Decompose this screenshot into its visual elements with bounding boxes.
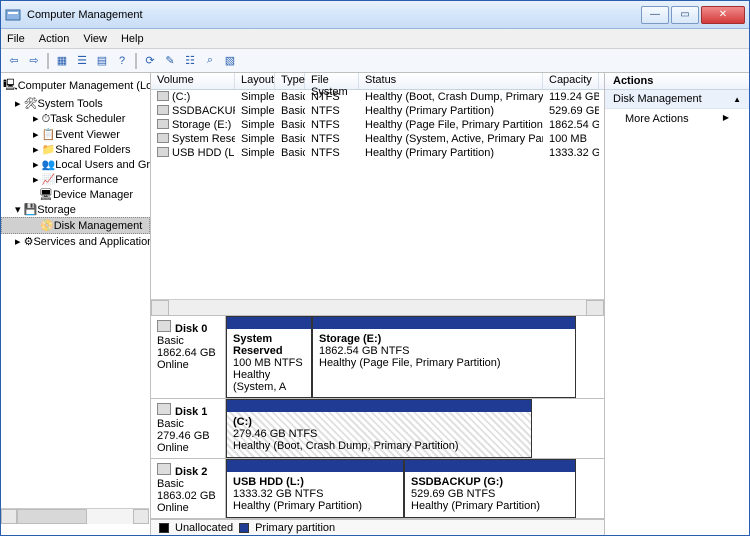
tree-root[interactable]: 🖳 Computer Management (Local bbox=[1, 75, 150, 96]
tool-button-1[interactable]: ✎ bbox=[161, 52, 179, 70]
partition[interactable]: SSDBACKUP (G:)529.69 GB NTFSHealthy (Pri… bbox=[404, 459, 576, 518]
tree-performance[interactable]: ▸ 📈 Performance bbox=[1, 172, 150, 187]
col-type[interactable]: Type bbox=[275, 73, 305, 89]
tool-button-4[interactable]: ▧ bbox=[221, 52, 239, 70]
menu-help[interactable]: Help bbox=[121, 33, 144, 45]
tool-button-3[interactable]: ⌕ bbox=[201, 52, 219, 70]
col-filesystem[interactable]: File System bbox=[305, 73, 359, 89]
col-status[interactable]: Status bbox=[359, 73, 543, 89]
legend-unallocated-label: Unallocated bbox=[175, 522, 233, 534]
actions-pane: Actions Disk Management ▲ More Actions ▶ bbox=[605, 73, 749, 535]
back-button[interactable]: ⇦ bbox=[5, 52, 23, 70]
toolbar: ⇦ ⇨ ▦ ☰ ▤ ? ⟳ ✎ ☷ ⌕ ▧ bbox=[1, 49, 749, 73]
maximize-button[interactable]: ▭ bbox=[671, 6, 699, 24]
disk-partitions: USB HDD (L:)1333.32 GB NTFSHealthy (Prim… bbox=[226, 459, 604, 518]
window-title: Computer Management bbox=[27, 9, 641, 21]
partition[interactable]: (C:)279.46 GB NTFSHealthy (Boot, Crash D… bbox=[226, 399, 532, 458]
legend-unallocated-swatch bbox=[159, 523, 169, 533]
col-capacity[interactable]: Capacity bbox=[543, 73, 599, 89]
minimize-button[interactable]: — bbox=[641, 6, 669, 24]
partition[interactable]: Storage (E:)1862.54 GB NTFSHealthy (Page… bbox=[312, 316, 576, 398]
refresh-button[interactable]: ⟳ bbox=[141, 52, 159, 70]
volume-row[interactable]: System ReservedSimpleBasicNTFSHealthy (S… bbox=[151, 132, 604, 146]
disk-row: Disk 2Basic1863.02 GBOnlineUSB HDD (L:)1… bbox=[151, 459, 604, 519]
menu-file[interactable]: File bbox=[7, 33, 25, 45]
tree-scrollbar[interactable] bbox=[1, 508, 149, 524]
tree-task-scheduler[interactable]: ▸ ⏱ Task Scheduler bbox=[1, 111, 150, 127]
volume-scrollbar[interactable] bbox=[151, 299, 604, 315]
tree-system-tools[interactable]: ▸ 🛠 System Tools bbox=[1, 96, 150, 111]
partition[interactable]: USB HDD (L:)1333.32 GB NTFSHealthy (Prim… bbox=[226, 459, 404, 518]
disk-info[interactable]: Disk 2Basic1863.02 GBOnline bbox=[151, 459, 226, 518]
prop-button[interactable]: ☰ bbox=[73, 52, 91, 70]
legend-primary-swatch bbox=[239, 523, 249, 533]
tree-local-users[interactable]: ▸ 👥 Local Users and Groups bbox=[1, 157, 150, 172]
tree-event-viewer[interactable]: ▸ 📋 Event Viewer bbox=[1, 127, 150, 142]
tree-disk-management[interactable]: 📀 Disk Management bbox=[1, 217, 150, 234]
volume-rows: (C:)SimpleBasicNTFSHealthy (Boot, Crash … bbox=[151, 90, 604, 160]
menu-bar: File Action View Help bbox=[1, 29, 749, 49]
disk-row: Disk 1Basic279.46 GBOnline (C:)279.46 GB… bbox=[151, 399, 604, 459]
tool-button-2[interactable]: ☷ bbox=[181, 52, 199, 70]
main-pane: Volume Layout Type File System Status Ca… bbox=[151, 73, 605, 535]
tree-storage[interactable]: ▾ 💾 Storage bbox=[1, 202, 150, 217]
tree-pane[interactable]: 🖳 Computer Management (Local ▸ 🛠 System … bbox=[1, 73, 151, 535]
volume-row[interactable]: SSDBACKUP (G:)SimpleBasicNTFSHealthy (Pr… bbox=[151, 104, 604, 118]
actions-header: Actions bbox=[605, 73, 749, 90]
legend: Unallocated Primary partition bbox=[151, 519, 604, 535]
collapse-icon: ▲ bbox=[733, 95, 741, 104]
app-icon bbox=[5, 7, 21, 23]
volume-row[interactable]: (C:)SimpleBasicNTFSHealthy (Boot, Crash … bbox=[151, 90, 604, 104]
disk-partitions: System Reserved100 MB NTFSHealthy (Syste… bbox=[226, 316, 604, 398]
menu-view[interactable]: View bbox=[83, 33, 107, 45]
col-volume[interactable]: Volume bbox=[151, 73, 235, 89]
volume-row[interactable]: USB HDD (L:)SimpleBasicNTFSHealthy (Prim… bbox=[151, 146, 604, 160]
view-button[interactable]: ▤ bbox=[93, 52, 111, 70]
volume-row[interactable]: Storage (E:)SimpleBasicNTFSHealthy (Page… bbox=[151, 118, 604, 132]
disk-icon bbox=[157, 320, 171, 332]
disk-graphical-view: Disk 0Basic1862.64 GBOnlineSystem Reserv… bbox=[151, 315, 604, 519]
partition[interactable]: System Reserved100 MB NTFSHealthy (Syste… bbox=[226, 316, 312, 398]
window: Computer Management — ▭ ✕ File Action Vi… bbox=[0, 0, 750, 536]
volume-header[interactable]: Volume Layout Type File System Status Ca… bbox=[151, 73, 604, 90]
submenu-icon: ▶ bbox=[723, 113, 729, 125]
body: 🖳 Computer Management (Local ▸ 🛠 System … bbox=[1, 73, 749, 535]
actions-group-title[interactable]: Disk Management ▲ bbox=[605, 90, 749, 109]
menu-action[interactable]: Action bbox=[39, 33, 70, 45]
tree-device-manager[interactable]: 🖥 Device Manager bbox=[1, 187, 150, 202]
disk-row: Disk 0Basic1862.64 GBOnlineSystem Reserv… bbox=[151, 316, 604, 399]
actions-more[interactable]: More Actions ▶ bbox=[605, 109, 749, 129]
up-button[interactable]: ▦ bbox=[53, 52, 71, 70]
separator bbox=[135, 53, 137, 69]
titlebar[interactable]: Computer Management — ▭ ✕ bbox=[1, 1, 749, 29]
close-button[interactable]: ✕ bbox=[701, 6, 745, 24]
forward-button[interactable]: ⇨ bbox=[25, 52, 43, 70]
legend-primary-label: Primary partition bbox=[255, 522, 335, 534]
tree-services[interactable]: ▸ ⚙ Services and Applications bbox=[1, 234, 150, 249]
disk-icon bbox=[157, 403, 171, 415]
col-layout[interactable]: Layout bbox=[235, 73, 275, 89]
disk-icon bbox=[157, 463, 171, 475]
help-button[interactable]: ? bbox=[113, 52, 131, 70]
disk-partitions: (C:)279.46 GB NTFSHealthy (Boot, Crash D… bbox=[226, 399, 604, 458]
tree-shared-folders[interactable]: ▸ 📁 Shared Folders bbox=[1, 142, 150, 157]
disk-info[interactable]: Disk 1Basic279.46 GBOnline bbox=[151, 399, 226, 458]
separator bbox=[47, 53, 49, 69]
disk-info[interactable]: Disk 0Basic1862.64 GBOnline bbox=[151, 316, 226, 398]
volume-list: Volume Layout Type File System Status Ca… bbox=[151, 73, 604, 160]
volume-spacer bbox=[151, 160, 604, 299]
